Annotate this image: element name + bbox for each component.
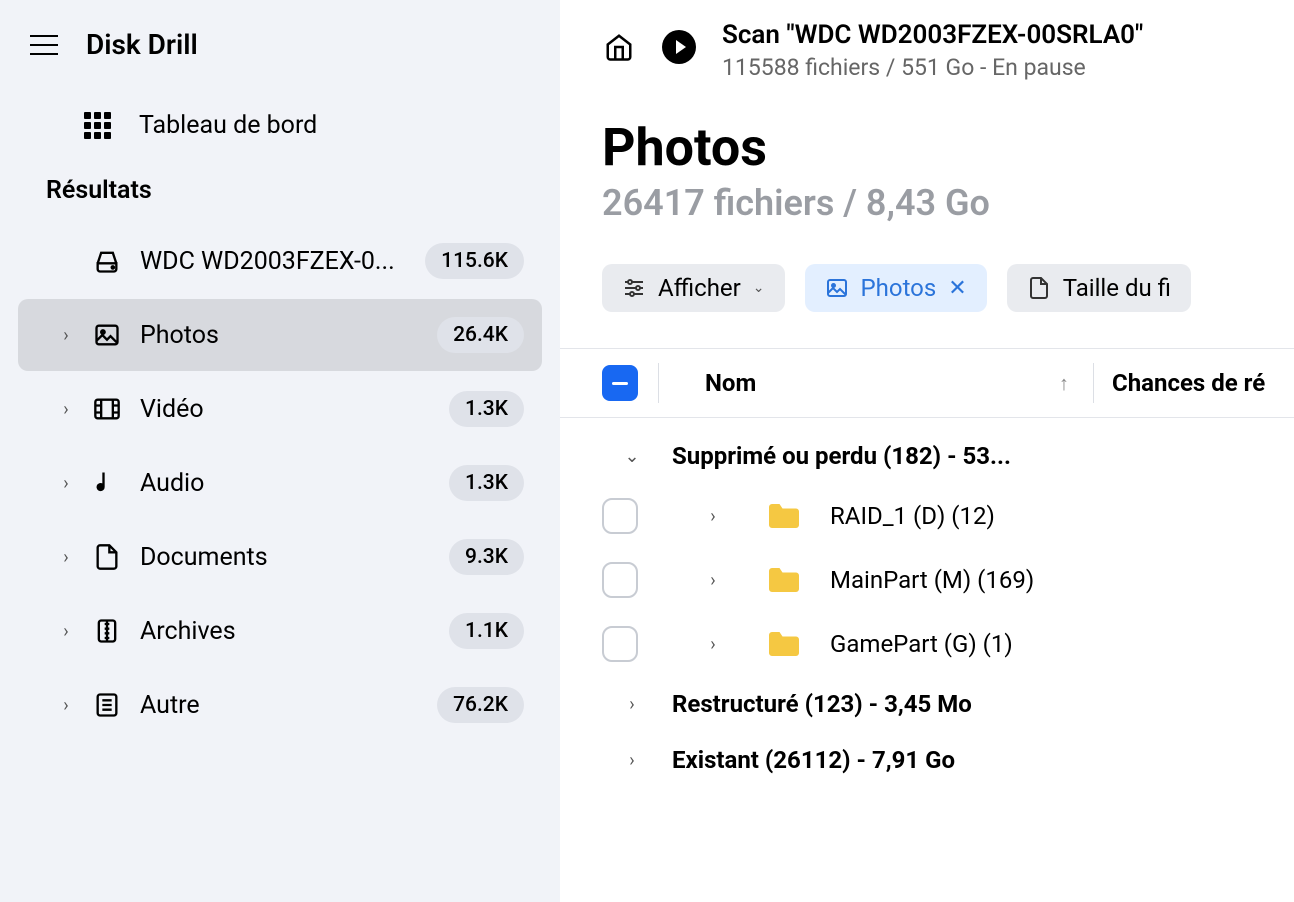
count-badge: 76.2K [437, 687, 524, 723]
chevron-right-icon[interactable]: › [602, 694, 662, 715]
chevron-right-icon[interactable]: › [688, 570, 738, 591]
folder-label: MainPart (M) (169) [830, 566, 1034, 594]
row-checkbox[interactable] [602, 562, 638, 598]
sidebar-item-archives[interactable]: › Archives 1.1K [18, 595, 542, 667]
sidebar-item-label: Autre [140, 691, 419, 720]
folder-row[interactable]: › MainPart (M) (169) [560, 548, 1294, 612]
filter-bar: Afficher ⌄ Photos ✕ Taille du fi [560, 264, 1294, 348]
filter-display-button[interactable]: Afficher ⌄ [602, 264, 785, 312]
video-icon [92, 394, 122, 424]
close-icon[interactable]: ✕ [948, 276, 966, 301]
sidebar-item-label: Audio [140, 469, 431, 498]
hamburger-menu-button[interactable] [30, 35, 58, 55]
dashboard-grid-icon [84, 112, 111, 139]
document-icon [1027, 276, 1051, 300]
page-head: Photos 26417 fichiers / 8,43 Go [560, 117, 1294, 224]
count-badge: 115.6K [425, 243, 524, 279]
group-label: Existant (26112) - 7,91 Go [672, 746, 955, 774]
topbar: Scan "WDC WD2003FZEX-00SRLA0" 115588 fic… [560, 20, 1294, 117]
table-rows: ⌄ Supprimé ou perdu (182) - 53... › RAID… [560, 418, 1294, 788]
other-icon [92, 690, 122, 720]
row-checkbox[interactable] [602, 498, 638, 534]
sidebar-item-label: Archives [140, 617, 431, 646]
count-badge: 9.3K [449, 539, 524, 575]
chevron-right-icon[interactable]: › [58, 547, 74, 568]
chevron-right-icon[interactable]: › [58, 399, 74, 420]
filter-size-label: Taille du fi [1063, 274, 1171, 302]
folder-icon [766, 501, 802, 531]
count-badge: 26.4K [437, 317, 524, 353]
group-label: Restructuré (123) - 3,45 Mo [672, 690, 972, 718]
chevron-right-icon[interactable]: › [602, 750, 662, 771]
sidebar-item-photos[interactable]: › Photos 26.4K [18, 299, 542, 371]
chevron-down-icon[interactable]: ⌄ [602, 446, 662, 467]
chevron-right-icon[interactable]: › [58, 695, 74, 716]
app-title: Disk Drill [86, 28, 198, 61]
folder-label: GamePart (G) (1) [830, 630, 1013, 658]
sort-ascending-icon: ↑ [1059, 371, 1069, 396]
dashboard-label: Tableau de bord [139, 111, 317, 140]
archive-icon [92, 616, 122, 646]
column-header-name[interactable]: Nom ↑ [687, 369, 1093, 397]
folder-icon [766, 629, 802, 659]
page-title: Photos [602, 117, 1294, 178]
filter-active-photos[interactable]: Photos ✕ [805, 264, 987, 312]
sidebar-item-dashboard[interactable]: Tableau de bord [0, 101, 560, 176]
group-row-existing[interactable]: › Existant (26112) - 7,91 Go [560, 732, 1294, 788]
sidebar-item-disk[interactable]: › WDC WD2003FZEX-0... 115.6K [18, 225, 542, 297]
count-badge: 1.3K [449, 465, 524, 501]
column-header-chances[interactable]: Chances de ré [1094, 369, 1294, 397]
group-row-deleted[interactable]: ⌄ Supprimé ou perdu (182) - 53... [560, 428, 1294, 484]
page-subtitle: 26417 fichiers / 8,43 Go [602, 182, 1294, 224]
play-button[interactable] [662, 30, 696, 64]
folder-row[interactable]: › GamePart (G) (1) [560, 612, 1294, 676]
disk-icon [92, 246, 122, 276]
play-icon [676, 40, 686, 54]
sidebar-section-title: Résultats [0, 176, 560, 223]
table-header: Nom ↑ Chances de ré [560, 348, 1294, 418]
sidebar-header: Disk Drill [0, 28, 560, 101]
sidebar-item-documents[interactable]: › Documents 9.3K [18, 521, 542, 593]
audio-icon [92, 468, 122, 498]
sidebar-item-audio[interactable]: › Audio 1.3K [18, 447, 542, 519]
sidebar-item-label: WDC WD2003FZEX-0... [140, 247, 407, 276]
filter-size-button[interactable]: Taille du fi [1007, 264, 1191, 312]
sidebar-item-video[interactable]: › Vidéo 1.3K [18, 373, 542, 445]
group-label: Supprimé ou perdu (182) - 53... [672, 442, 1011, 470]
filter-display-label: Afficher [658, 274, 741, 302]
scan-title: Scan "WDC WD2003FZEX-00SRLA0" [722, 20, 1143, 50]
image-icon [92, 320, 122, 350]
document-icon [92, 542, 122, 572]
chevron-right-icon[interactable]: › [58, 473, 74, 494]
row-checkbox[interactable] [602, 626, 638, 662]
sidebar-item-label: Vidéo [140, 395, 431, 424]
chevron-right-icon[interactable]: › [688, 506, 738, 527]
select-all-checkbox[interactable] [602, 365, 638, 401]
chevron-down-icon: ⌄ [753, 280, 765, 296]
filter-active-label: Photos [861, 274, 937, 302]
main-panel: Scan "WDC WD2003FZEX-00SRLA0" 115588 fic… [560, 0, 1294, 902]
sidebar-item-label: Documents [140, 543, 431, 572]
scan-subtitle: 115588 fichiers / 551 Go - En pause [722, 54, 1143, 81]
home-button[interactable] [602, 30, 636, 64]
sidebar: Disk Drill Tableau de bord Résultats › W… [0, 0, 560, 902]
chevron-right-icon[interactable]: › [688, 634, 738, 655]
sidebar-item-other[interactable]: › Autre 76.2K [18, 669, 542, 741]
sliders-icon [622, 276, 646, 300]
count-badge: 1.1K [449, 613, 524, 649]
sidebar-item-label: Photos [140, 321, 419, 350]
chevron-right-icon[interactable]: › [58, 621, 74, 642]
scan-info: Scan "WDC WD2003FZEX-00SRLA0" 115588 fic… [722, 20, 1143, 81]
folder-icon [766, 565, 802, 595]
folder-label: RAID_1 (D) (12) [830, 502, 995, 530]
count-badge: 1.3K [449, 391, 524, 427]
folder-row[interactable]: › RAID_1 (D) (12) [560, 484, 1294, 548]
image-icon [825, 276, 849, 300]
chevron-right-icon[interactable]: › [58, 325, 74, 346]
group-row-restructured[interactable]: › Restructuré (123) - 3,45 Mo [560, 676, 1294, 732]
divider [658, 363, 659, 403]
